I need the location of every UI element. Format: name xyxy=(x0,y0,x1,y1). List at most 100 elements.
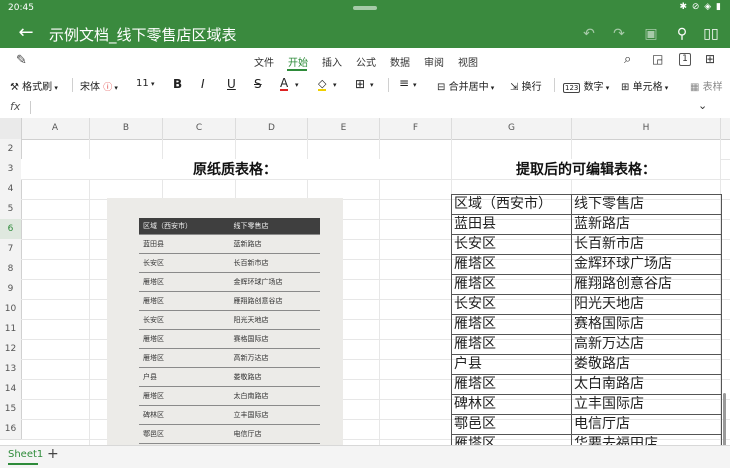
column-header-c[interactable]: C xyxy=(163,123,235,133)
redo-icon[interactable]: ↷ xyxy=(608,24,630,44)
table-cell[interactable]: 立丰国际店 xyxy=(571,394,722,415)
bookmark-icon[interactable]: ◲ xyxy=(652,52,663,66)
font-name-select[interactable]: 宋体 ⓘ ▾ xyxy=(80,78,118,93)
bold-button[interactable]: B xyxy=(173,77,182,91)
row-header[interactable]: 14 xyxy=(0,379,22,400)
save-icon[interactable]: ▣ xyxy=(640,24,662,44)
chevron-down-icon[interactable]: ⌄ xyxy=(698,99,707,112)
tab-data[interactable]: 数据 xyxy=(390,54,410,69)
table-cell[interactable]: 赛格国际店 xyxy=(571,314,722,335)
column-header-e[interactable]: E xyxy=(308,123,379,133)
row-header-selected[interactable]: 6 xyxy=(0,219,22,240)
table-cell[interactable]: 蓝田县 xyxy=(451,214,572,235)
table-cell[interactable]: 碑林区 xyxy=(451,394,572,415)
tab-file[interactable]: 文件 xyxy=(254,54,274,69)
column-header-h[interactable]: H xyxy=(572,123,720,133)
row-header[interactable]: 15 xyxy=(0,399,22,420)
row-header[interactable]: 10 xyxy=(0,299,22,320)
more-icon[interactable]: ⊞ xyxy=(705,52,715,66)
search-icon[interactable]: ⌕ xyxy=(624,52,631,67)
border-icon[interactable]: ⊞ xyxy=(355,77,365,91)
vertical-scrollbar[interactable] xyxy=(723,393,726,445)
paper-table-image[interactable]: 区域（西安市） 线下零售店 蓝田县 蓝新路店 长安区 长百新市店 雁塔区 金辉环球广场… xyxy=(107,198,343,445)
format-painter-button[interactable]: ⚒ 格式刷 ▾ xyxy=(10,78,58,93)
tab-review[interactable]: 审阅 xyxy=(424,54,444,69)
underline-button[interactable]: U xyxy=(227,77,236,91)
add-sheet-button[interactable]: + xyxy=(47,446,59,462)
table-cell[interactable]: 区域（西安市） xyxy=(451,194,572,215)
table-cell[interactable]: 高新万达店 xyxy=(571,334,722,355)
column-header-a[interactable]: A xyxy=(21,123,89,133)
table-cell[interactable]: 电信厅店 xyxy=(571,414,722,435)
table-cell[interactable]: 户县 xyxy=(451,354,572,375)
formula-input[interactable] xyxy=(36,100,676,114)
table-cell[interactable]: 雁塔区 xyxy=(451,314,572,335)
row-header[interactable]: 9 xyxy=(0,279,22,300)
merge-center-button[interactable]: ⊟ 合并居中 ▾ xyxy=(437,78,494,93)
table-cell[interactable]: 娄敬路店 xyxy=(571,354,722,375)
table-cell[interactable]: 长安区 xyxy=(451,294,572,315)
strikethrough-button[interactable]: S xyxy=(254,77,262,91)
paper-table-row: 长安区 阳光天地店 xyxy=(139,310,320,330)
back-arrow-icon[interactable]: ← xyxy=(14,21,38,45)
italic-button[interactable]: I xyxy=(201,77,205,91)
editable-table[interactable]: 区域（西安市） 线下零售店 蓝田县 蓝新路店 长安区 长百新市店 雁塔区 金辉环球广场店… xyxy=(451,194,722,445)
table-cell[interactable]: 雁塔区 xyxy=(451,254,572,275)
page-icon[interactable]: 1 xyxy=(679,53,691,66)
row-header[interactable]: 13 xyxy=(0,359,22,380)
chevron-down-icon[interactable]: ▾ xyxy=(295,81,299,89)
sheet-tab-sheet1[interactable]: Sheet1 xyxy=(8,449,43,460)
drag-handle[interactable] xyxy=(353,6,377,10)
row-header[interactable]: 16 xyxy=(0,419,22,440)
table-cell[interactable]: 华要去福田店 xyxy=(571,434,722,445)
row-header[interactable]: 11 xyxy=(0,319,22,340)
column-header-f[interactable]: F xyxy=(380,123,451,133)
tab-insert[interactable]: 插入 xyxy=(322,54,342,69)
pen-icon[interactable]: ✎ xyxy=(16,53,27,68)
select-all-corner[interactable] xyxy=(0,118,22,140)
fill-color-icon[interactable]: ◇ xyxy=(318,78,327,91)
undo-icon[interactable]: ↶ xyxy=(578,24,600,44)
table-cell[interactable]: 雁塔区 xyxy=(451,374,572,395)
row-header[interactable]: 8 xyxy=(0,259,22,280)
cell-button[interactable]: ⊞ 单元格 ▾ xyxy=(621,78,668,93)
tab-view[interactable]: 视图 xyxy=(458,54,478,69)
row-header[interactable]: 3 xyxy=(0,159,22,180)
share-icon[interactable]: ⚲ xyxy=(671,24,693,44)
font-color-button[interactable]: A xyxy=(280,77,289,91)
table-cell[interactable]: 长安区 xyxy=(451,234,572,255)
font-size-select[interactable]: 11 ▾ xyxy=(136,78,154,89)
table-cell[interactable]: 金辉环球广场店 xyxy=(571,254,722,275)
tab-start[interactable]: 开始 xyxy=(288,54,308,69)
table-cell[interactable]: 雁塔区 xyxy=(451,274,572,295)
table-cell[interactable]: 鄠邑区 xyxy=(451,414,572,435)
number-icon: 123 xyxy=(563,83,581,93)
row-header[interactable]: 4 xyxy=(0,179,22,200)
reading-mode-icon[interactable]: ▯▯ xyxy=(700,24,722,44)
table-cell[interactable]: 雁塔区 xyxy=(451,334,572,355)
chevron-down-icon[interactable]: ▾ xyxy=(413,81,417,89)
number-format-button[interactable]: 123 数字 ▾ xyxy=(563,78,609,93)
column-header-g[interactable]: G xyxy=(452,123,571,133)
column-header-b[interactable]: B xyxy=(90,123,162,133)
wrap-text-button[interactable]: ⇲ 换行 xyxy=(510,78,542,93)
paper-cell: 雁塔区 xyxy=(139,348,230,368)
row-header[interactable]: 5 xyxy=(0,199,22,220)
table-cell[interactable]: 阳光天地店 xyxy=(571,294,722,315)
tab-formula[interactable]: 公式 xyxy=(356,54,376,69)
table-cell[interactable]: 雁塔区 xyxy=(451,434,572,445)
row-header[interactable]: 2 xyxy=(0,139,22,160)
table-style-button[interactable]: ▦ 表样 xyxy=(690,78,723,93)
row-header[interactable]: 12 xyxy=(0,339,22,360)
align-icon[interactable]: ≡ xyxy=(399,76,409,90)
table-cell[interactable]: 太白南路店 xyxy=(571,374,722,395)
chevron-down-icon[interactable]: ▾ xyxy=(333,81,337,89)
table-cell[interactable]: 蓝新路店 xyxy=(571,214,722,235)
table-cell[interactable]: 长百新市店 xyxy=(571,234,722,255)
sheet-grid[interactable]: A B C D E F G H 2 3 4 5 6 7 8 9 10 11 12… xyxy=(0,118,730,445)
table-cell[interactable]: 雁翔路创意谷店 xyxy=(571,274,722,295)
table-cell[interactable]: 线下零售店 xyxy=(571,194,722,215)
chevron-down-icon[interactable]: ▾ xyxy=(370,81,374,89)
row-header[interactable]: 7 xyxy=(0,239,22,260)
column-header-d[interactable]: D xyxy=(236,123,307,133)
